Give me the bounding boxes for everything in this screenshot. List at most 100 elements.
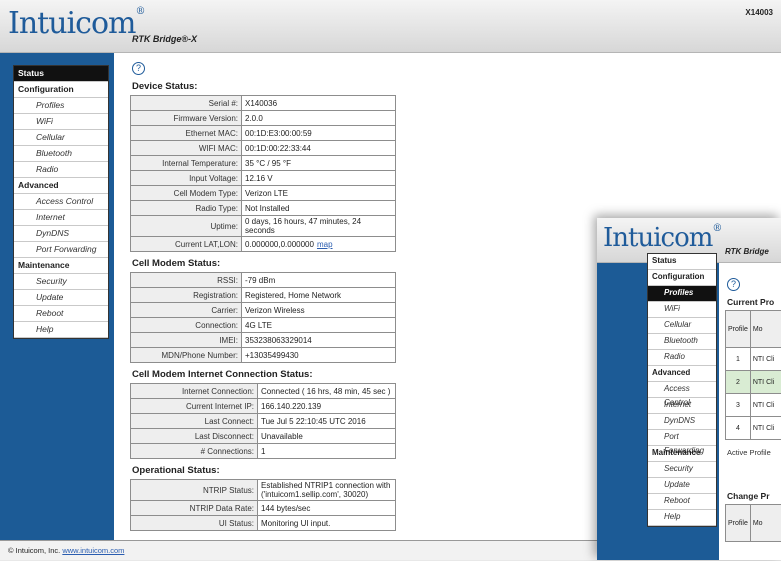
product-name: RTK Bridge®-X	[132, 34, 197, 44]
nav-item-reboot[interactable]: Reboot	[14, 306, 108, 322]
help-icon-2[interactable]: ?	[727, 278, 740, 291]
table-row: IMEI:353238063329014	[131, 333, 396, 348]
active-profile-label: Active Profile	[727, 448, 781, 457]
nav-item-internet[interactable]: Internet	[14, 210, 108, 226]
table-row: Internet Connection:Connected ( 16 hrs, …	[131, 384, 396, 399]
nav2-item-internet[interactable]: Internet	[648, 398, 716, 414]
nav-item-help[interactable]: Help	[14, 322, 108, 338]
field-value: Established NTRIP1 connection with ('int…	[258, 480, 396, 501]
field-value-text: 0.000000,0.000000	[245, 240, 314, 249]
profile-row[interactable]: 3NTI Cli	[726, 394, 781, 417]
nav-item-wifi[interactable]: WiFi	[14, 114, 108, 130]
nav-item-profiles[interactable]: Profiles	[14, 98, 108, 114]
field-label: Serial #:	[131, 96, 242, 111]
table-row: Uptime:0 days, 16 hours, 47 minutes, 24 …	[131, 216, 396, 237]
table-row: Current LAT,LON:0.000000,0.000000map	[131, 237, 396, 252]
field-value: 353238063329014	[242, 333, 396, 348]
field-label: Ethernet MAC:	[131, 126, 242, 141]
profile-row[interactable]: 2NTI Cli	[726, 371, 781, 394]
nav-item-configuration[interactable]: Configuration	[14, 82, 108, 98]
field-value: 2.0.0	[242, 111, 396, 126]
nav-menu-2: StatusConfigurationProfilesWiFiCellularB…	[647, 253, 717, 527]
table-row: Serial #:X140036	[131, 96, 396, 111]
product-name-2: RTK Bridge	[725, 247, 769, 256]
nav-item-radio[interactable]: Radio	[14, 162, 108, 178]
field-value-text: Connected ( 16 hrs, 48 min, 45 sec )	[261, 387, 390, 396]
field-value: 00:1D:00:22:33:44	[242, 141, 396, 156]
profiles-content: ? Current Pro Profile Mo 1NTI Cli2NTI Cl…	[725, 276, 781, 542]
nav-item-bluetooth[interactable]: Bluetooth	[14, 146, 108, 162]
nav2-item-reboot[interactable]: Reboot	[648, 494, 716, 510]
change-profile-title: Change Pr	[727, 491, 781, 501]
profile-mode: NTI Cli	[750, 417, 781, 440]
nav2-item-access-control[interactable]: Access Control	[648, 382, 716, 398]
nav-item-cellular[interactable]: Cellular	[14, 130, 108, 146]
field-value-text: 4G LTE	[245, 321, 272, 330]
field-value-text: +13035499430	[245, 351, 299, 360]
field-value-text: 2.0.0	[245, 114, 263, 123]
field-value: Monitoring UI input.	[258, 516, 396, 531]
profile-mode: NTI Cli	[750, 394, 781, 417]
nav-menu: StatusConfigurationProfilesWiFiCellularB…	[13, 65, 109, 339]
field-value-text: 35 °C / 95 °F	[245, 159, 291, 168]
table-row: Registration:Registered, Home Network	[131, 288, 396, 303]
field-value-text: Tue Jul 5 22:10:45 UTC 2016	[261, 417, 366, 426]
field-label: WIFI MAC:	[131, 141, 242, 156]
nav2-item-wifi[interactable]: WiFi	[648, 302, 716, 318]
nav2-item-update[interactable]: Update	[648, 478, 716, 494]
nav-item-maintenance[interactable]: Maintenance	[14, 258, 108, 274]
field-label: Current Internet IP:	[131, 399, 258, 414]
field-value-text: 12.16 V	[245, 174, 273, 183]
help-icon[interactable]: ?	[132, 62, 145, 75]
nav2-item-status[interactable]: Status	[648, 254, 716, 270]
field-value-text: Established NTRIP1 connection with ('int…	[261, 481, 390, 499]
nav-item-port-forwarding[interactable]: Port Forwarding	[14, 242, 108, 258]
main-content: ? Device Status:Serial #:X140036Firmware…	[130, 60, 550, 531]
field-value: 144 bytes/sec	[258, 501, 396, 516]
nav2-item-dyndns[interactable]: DynDNS	[648, 414, 716, 430]
field-value: -79 dBm	[242, 273, 396, 288]
field-label: Input Voltage:	[131, 171, 242, 186]
nav2-item-cellular[interactable]: Cellular	[648, 318, 716, 334]
profile-row[interactable]: 4NTI Cli	[726, 417, 781, 440]
change-profile-table: Profile Mo	[725, 504, 781, 542]
nav-item-status[interactable]: Status	[14, 66, 108, 82]
field-value-text: Not Installed	[245, 204, 289, 213]
col2-mode: Mo	[750, 505, 781, 542]
nav2-item-help[interactable]: Help	[648, 510, 716, 526]
field-value-text: Registered, Home Network	[245, 291, 341, 300]
nav2-item-radio[interactable]: Radio	[648, 350, 716, 366]
nav2-item-security[interactable]: Security	[648, 462, 716, 478]
nav2-item-advanced[interactable]: Advanced	[648, 366, 716, 382]
nav-item-access-control[interactable]: Access Control	[14, 194, 108, 210]
nav2-item-maintenance[interactable]: Maintenance	[648, 446, 716, 462]
profile-number: 1	[726, 348, 751, 371]
field-label: Connection:	[131, 318, 242, 333]
field-value-text: Monitoring UI input.	[261, 519, 330, 528]
header-serial: X14003	[745, 8, 773, 17]
field-value: +13035499430	[242, 348, 396, 363]
map-link[interactable]: map	[317, 240, 333, 249]
website-link[interactable]: www.intuicom.com	[62, 546, 124, 555]
profile-row[interactable]: 1NTI Cli	[726, 348, 781, 371]
field-value-text: 00:1D:E3:00:00:59	[245, 129, 312, 138]
field-value-text: -79 dBm	[245, 276, 275, 285]
table-row: Last Disconnect:Unavailable	[131, 429, 396, 444]
nav2-item-configuration[interactable]: Configuration	[648, 270, 716, 286]
table-device-status: Serial #:X140036Firmware Version:2.0.0Et…	[130, 95, 396, 252]
nav-item-dyndns[interactable]: DynDNS	[14, 226, 108, 242]
nav-item-advanced[interactable]: Advanced	[14, 178, 108, 194]
nav-item-update[interactable]: Update	[14, 290, 108, 306]
field-value-text: Verizon LTE	[245, 189, 288, 198]
nav2-item-profiles[interactable]: Profiles	[648, 286, 716, 302]
field-value: Unavailable	[258, 429, 396, 444]
table-row: Input Voltage:12.16 V	[131, 171, 396, 186]
field-value-text: 0 days, 16 hours, 47 minutes, 24 seconds	[245, 217, 361, 235]
nav2-item-bluetooth[interactable]: Bluetooth	[648, 334, 716, 350]
field-label: Registration:	[131, 288, 242, 303]
header-bar: Intuicom® RTK Bridge®-X X14003	[0, 0, 781, 53]
nav2-item-port-forwarding[interactable]: Port Forwarding	[648, 430, 716, 446]
field-label: Internet Connection:	[131, 384, 258, 399]
field-value: Connected ( 16 hrs, 48 min, 45 sec )	[258, 384, 396, 399]
nav-item-security[interactable]: Security	[14, 274, 108, 290]
